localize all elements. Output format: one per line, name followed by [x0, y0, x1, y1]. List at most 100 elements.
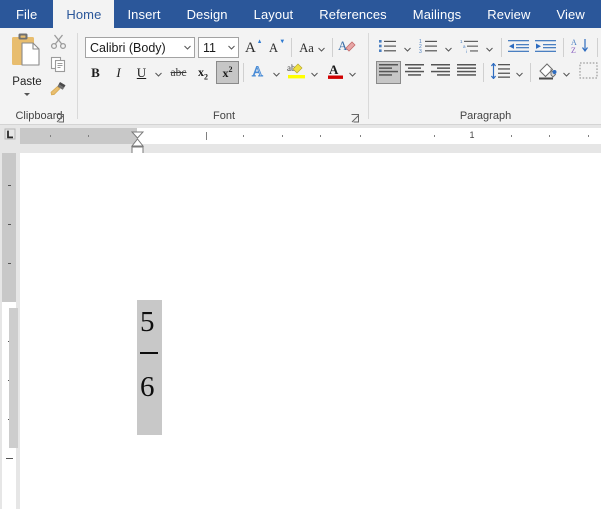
text-effects-button[interactable]: A	[248, 62, 270, 84]
fraction-denominator[interactable]: 6	[140, 373, 160, 402]
group-label-clipboard: Clipboard	[0, 109, 78, 123]
italic-button[interactable]: I	[108, 62, 129, 84]
chevron-down-icon[interactable]	[24, 93, 30, 96]
numbering-dropdown[interactable]	[441, 37, 455, 59]
clear-formatting-button[interactable]: A	[336, 37, 358, 59]
shrink-font-button[interactable]: A	[266, 37, 288, 59]
sort-icon: A Z	[570, 37, 591, 59]
tab-references[interactable]: References	[306, 0, 399, 28]
align-center-button[interactable]	[402, 62, 427, 84]
paste-button[interactable]: Paste	[6, 32, 48, 108]
svg-text:3: 3	[419, 49, 422, 54]
multilevel-list-dropdown[interactable]	[482, 37, 496, 59]
format-painter-button[interactable]	[47, 80, 69, 102]
change-case-button[interactable]: Aa	[295, 37, 329, 59]
font-size-combobox[interactable]: 11	[198, 37, 239, 58]
clipboard-dialog-launcher[interactable]	[55, 111, 66, 122]
vertical-scrollbar-thumb[interactable]	[9, 308, 18, 448]
svg-text:A: A	[252, 64, 263, 80]
font-size-value: 11	[199, 41, 225, 55]
chevron-down-icon	[516, 64, 523, 82]
tab-file[interactable]: File	[0, 0, 53, 28]
cut-button[interactable]	[47, 33, 69, 55]
chevron-down-icon[interactable]	[225, 45, 238, 50]
bullets-dropdown[interactable]	[400, 37, 414, 59]
tab-review[interactable]: Review	[474, 0, 543, 28]
bold-icon: B	[91, 65, 100, 81]
svg-text:A: A	[245, 40, 256, 55]
bullets-button[interactable]	[376, 37, 400, 59]
font-name-combobox[interactable]: Calibri (Body)	[85, 37, 195, 58]
chevron-down-icon	[155, 64, 162, 82]
subscript-button[interactable]: x2	[192, 62, 214, 84]
shrink-font-icon: A	[267, 37, 287, 60]
underline-dropdown[interactable]	[151, 62, 165, 84]
multilevel-list-button[interactable]: 1 a i	[458, 37, 482, 59]
font-color-button[interactable]: A	[324, 62, 346, 84]
borders-icon	[579, 62, 598, 84]
scissors-icon	[50, 33, 67, 55]
ruler-track[interactable]: 1	[20, 128, 601, 144]
tab-mailings[interactable]: Mailings	[400, 0, 474, 28]
document-page[interactable]: 5 6	[20, 153, 601, 509]
strikethrough-icon: abc	[171, 67, 187, 79]
numbering-icon: 1 2 3	[419, 38, 439, 59]
text-effects-dropdown[interactable]	[269, 62, 283, 84]
copy-button[interactable]	[47, 56, 69, 78]
vertical-ruler[interactable]	[0, 153, 20, 509]
svg-text:A: A	[338, 38, 348, 53]
italic-icon: I	[116, 65, 120, 81]
separator	[530, 63, 531, 82]
separator	[597, 38, 598, 57]
tab-insert[interactable]: Insert	[114, 0, 173, 28]
group-separator	[368, 33, 369, 119]
chevron-down-icon[interactable]	[318, 39, 325, 57]
align-right-icon	[431, 63, 450, 83]
align-left-button[interactable]	[376, 61, 401, 84]
underline-button[interactable]: U	[131, 62, 152, 84]
grow-font-icon: A	[244, 37, 264, 60]
chevron-down-icon	[349, 64, 356, 82]
strikethrough-button[interactable]: abc	[167, 62, 190, 84]
ruler-tick	[282, 135, 283, 137]
text-highlight-button[interactable]: ab	[286, 62, 308, 84]
shading-dropdown[interactable]	[559, 62, 573, 84]
borders-button[interactable]	[576, 62, 600, 84]
font-dialog-launcher[interactable]	[350, 111, 361, 122]
tab-home[interactable]: Home	[53, 0, 114, 28]
chevron-down-icon[interactable]	[181, 45, 194, 50]
tab-view[interactable]: View	[543, 0, 597, 28]
increase-indent-button[interactable]	[533, 37, 558, 59]
document-canvas[interactable]: 5 6	[20, 153, 601, 509]
tab-stop-selector[interactable]	[0, 125, 20, 147]
shading-button[interactable]	[535, 62, 559, 84]
sort-button[interactable]: A Z	[568, 37, 593, 59]
grow-font-button[interactable]: A	[243, 37, 265, 59]
tab-design[interactable]: Design	[174, 0, 241, 28]
align-right-button[interactable]	[428, 62, 453, 84]
separator	[483, 63, 484, 82]
line-spacing-dropdown[interactable]	[512, 62, 526, 84]
ruler-tick	[206, 132, 207, 140]
tab-layout[interactable]: Layout	[241, 0, 307, 28]
horizontal-ruler[interactable]: 1	[0, 125, 601, 153]
bold-button[interactable]: B	[85, 62, 106, 84]
left-margin-region	[20, 128, 137, 144]
justify-button[interactable]	[454, 62, 479, 84]
paste-button-label: Paste	[12, 76, 41, 89]
tab-stop-left-icon	[4, 127, 16, 145]
ruler-tick	[243, 135, 244, 137]
decrease-indent-button[interactable]	[506, 37, 531, 59]
text-effects-icon: A	[250, 62, 268, 85]
decrease-indent-icon	[508, 38, 529, 59]
ruler-tick	[549, 135, 550, 137]
numbering-button[interactable]: 1 2 3	[417, 37, 441, 59]
text-highlight-dropdown[interactable]	[307, 62, 321, 84]
copy-icon	[50, 56, 67, 78]
underline-icon: U	[137, 65, 146, 81]
font-color-dropdown[interactable]	[345, 62, 359, 84]
fraction-numerator[interactable]: 5	[140, 308, 160, 337]
superscript-button[interactable]: x2	[216, 61, 239, 84]
ruler-tick	[588, 135, 589, 137]
line-spacing-button[interactable]	[488, 62, 512, 84]
